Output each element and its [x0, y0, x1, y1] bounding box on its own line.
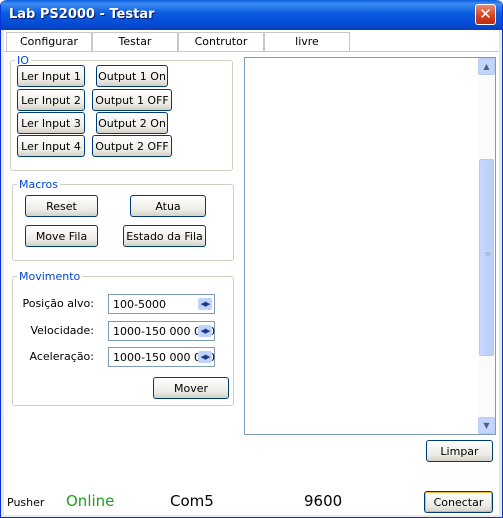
baud-rate: 9600 — [304, 492, 343, 510]
movimento-legend: Movimento — [19, 270, 81, 283]
port-name: Com5 — [170, 492, 214, 510]
ler-input-3-button[interactable]: Ler Input 3 — [17, 112, 85, 134]
tab-configurar[interactable]: Configurar — [6, 32, 92, 52]
tab-strip: Configurar Testar Contrutor livre — [4, 30, 499, 52]
output-1-on-button[interactable]: Output 1 On — [96, 65, 168, 87]
ler-input-2-button[interactable]: Ler Input 2 — [17, 89, 85, 111]
spin-arrows-icon[interactable]: ◀▶ — [198, 325, 212, 337]
ler-input-1-button[interactable]: Ler Input 1 — [17, 65, 85, 87]
conectar-button[interactable]: Conectar — [424, 491, 493, 513]
title-bar: Lab PS2000 - Testar ✕ — [1, 0, 502, 30]
app-window: Lab PS2000 - Testar ✕ Configurar Testar … — [0, 0, 503, 518]
client-area: Configurar Testar Contrutor livre IO Ler… — [4, 30, 499, 515]
output-1-off-button[interactable]: Output 1 OFF — [92, 89, 172, 111]
scroll-down-icon[interactable]: ▼ — [478, 417, 495, 434]
tab-contrutor[interactable]: Contrutor — [178, 32, 264, 52]
macros-legend: Macros — [19, 178, 59, 191]
scrollbar-thumb[interactable]: ≡ — [479, 159, 494, 356]
window-title: Lab PS2000 - Testar — [9, 7, 155, 22]
status-bar: Pusher Online Com5 9600 Conectar — [4, 488, 499, 515]
aceleracao-label: Aceleração: — [29, 350, 94, 363]
tab-testar[interactable]: Testar — [92, 32, 178, 52]
grip-icon: ≡ — [485, 250, 491, 258]
reset-button[interactable]: Reset — [25, 195, 98, 217]
output-2-off-button[interactable]: Output 2 OFF — [92, 135, 172, 157]
posicao-input[interactable]: 100-5000 ◀▶ — [108, 294, 215, 314]
output-scrollbar[interactable]: ▲ ≡ ▼ — [478, 58, 495, 434]
tab-divider — [4, 51, 499, 52]
posicao-value: 100-5000 — [113, 298, 166, 311]
tab-livre[interactable]: livre — [264, 32, 350, 52]
output-text-area[interactable]: ▲ ≡ ▼ — [244, 57, 496, 435]
atua-button[interactable]: Atua — [130, 195, 206, 217]
posicao-label: Posição alvo: — [22, 297, 94, 310]
scroll-up-icon[interactable]: ▲ — [478, 58, 495, 75]
estado-fila-button[interactable]: Estado da Fila — [123, 225, 206, 247]
velocidade-label: Velocidade: — [30, 324, 94, 337]
ler-input-4-button[interactable]: Ler Input 4 — [17, 135, 85, 157]
connection-status: Online — [66, 492, 115, 510]
device-name: Pusher — [7, 496, 45, 509]
output-2-on-button[interactable]: Output 2 On — [96, 112, 168, 134]
mover-button[interactable]: Mover — [153, 377, 229, 399]
limpar-button[interactable]: Limpar — [426, 440, 493, 462]
spin-arrows-icon[interactable]: ◀▶ — [198, 351, 212, 363]
macros-group: Macros — [12, 178, 234, 261]
velocidade-input[interactable]: 1000-150 000 000 ◀▶ — [108, 321, 215, 341]
spin-arrows-icon[interactable]: ◀▶ — [198, 298, 212, 310]
aceleracao-input[interactable]: 1000-150 000 000 ◀▶ — [108, 347, 215, 367]
close-icon[interactable]: ✕ — [475, 4, 496, 25]
move-fila-button[interactable]: Move Fila — [25, 225, 98, 247]
